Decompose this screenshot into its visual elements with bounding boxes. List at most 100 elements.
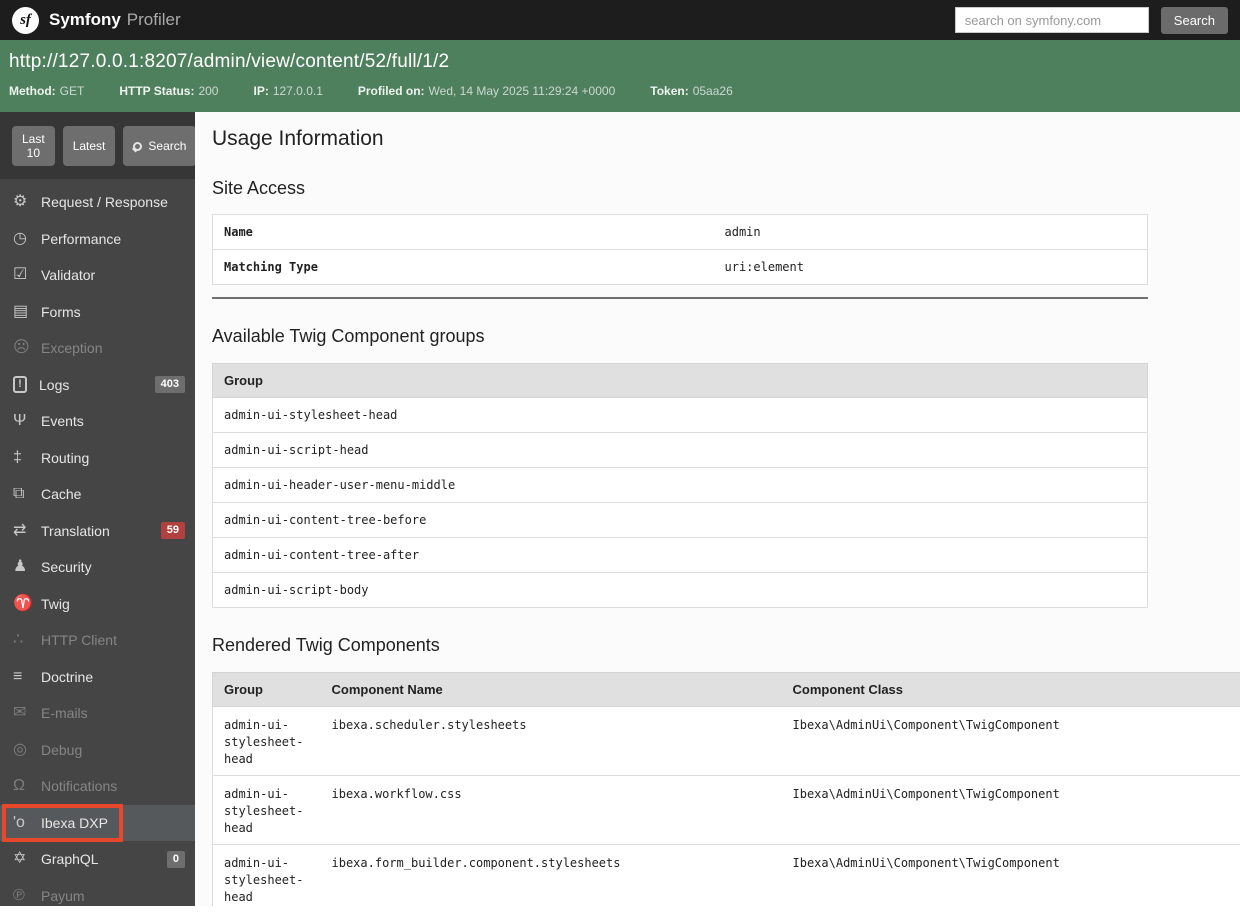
meta-ip: IP:127.0.0.1	[253, 84, 322, 98]
sidebar-item-forms[interactable]: ▤Forms	[0, 294, 195, 331]
sidebar-item-label: Notifications	[41, 778, 117, 794]
meta-profiled-on: Profiled on:Wed, 14 May 2025 11:29:24 +0…	[358, 84, 615, 98]
twig-groups-table: Group admin-ui-stylesheet-headadmin-ui-s…	[212, 363, 1148, 608]
sidebar-item-twig[interactable]: ♈Twig	[0, 586, 195, 623]
symfony-search-input[interactable]	[955, 7, 1149, 33]
sidebar-item-doctrine[interactable]: ≡Doctrine	[0, 659, 195, 696]
sidebar-item-cache[interactable]: ⧉Cache	[0, 476, 195, 513]
rendered-components-table: Group Component Name Component Class adm…	[212, 672, 1240, 906]
rendered-components-heading: Rendered Twig Components	[212, 635, 1240, 656]
graphql-icon: ✡	[13, 851, 41, 867]
table-row: admin-ui-stylesheet-head	[213, 398, 1148, 433]
sidebar-item-label: Payum	[41, 888, 85, 904]
meta-http-status: HTTP Status:200	[119, 84, 218, 98]
sidebar-item-label: Translation	[41, 523, 110, 539]
sidebar-item-label: GraphQL	[41, 851, 99, 867]
sidebar-item-notifications: ΩNotifications	[0, 768, 195, 805]
row-value: admin	[714, 215, 1148, 250]
group-cell: admin-ui-stylesheet-head	[213, 707, 321, 776]
ibexa-icon: 'o	[13, 815, 41, 831]
component-class-cell: Ibexa\AdminUi\Component\TwigComponent	[782, 776, 1240, 845]
sidebar-item-label: Performance	[41, 231, 121, 247]
column-header-group: Group	[213, 364, 1148, 398]
table-row: admin-ui-script-body	[213, 573, 1148, 608]
sidebar-item-ibexa-dxp[interactable]: 'oIbexa DXP	[0, 805, 195, 842]
profiler-search-button[interactable]: Search	[123, 126, 196, 166]
meta-token: Token:05aa26	[650, 84, 733, 98]
clipboard-icon: ▤	[13, 304, 41, 320]
symfony-search-button[interactable]: Search	[1161, 7, 1228, 34]
sidebar-item-translation[interactable]: ⇄Translation59	[0, 513, 195, 550]
group-cell: admin-ui-content-tree-before	[213, 503, 1148, 538]
sidebar-item-request-response[interactable]: ⚙Request / Response	[0, 184, 195, 221]
sidebar-item-routing[interactable]: ‡Routing	[0, 440, 195, 477]
broadcast-icon: Ψ	[13, 413, 41, 429]
layers-icon: ⧉	[13, 486, 41, 502]
database-icon: ≡	[13, 669, 41, 685]
last-10-button[interactable]: Last 10	[12, 126, 55, 166]
site-access-table: NameadminMatching Typeuri:element	[212, 214, 1148, 285]
person-icon: ♟	[13, 559, 41, 575]
sidebar-item-label: Logs	[39, 377, 69, 393]
group-cell: admin-ui-script-head	[213, 433, 1148, 468]
group-cell: admin-ui-header-user-menu-middle	[213, 468, 1148, 503]
sidebar-item-label: Exception	[41, 340, 102, 356]
sidebar-item-label: Request / Response	[41, 194, 168, 210]
meta-method: Method:GET	[9, 84, 84, 98]
sidebar-item-payum: ℗Payum	[0, 878, 195, 914]
table-row: admin-ui-script-head	[213, 433, 1148, 468]
count-badge: 59	[161, 522, 185, 539]
sidebar-item-label: Events	[41, 413, 84, 429]
table-row: admin-ui-stylesheet-headibexa.workflow.c…	[213, 776, 1240, 845]
sidebar-item-performance[interactable]: ◷Performance	[0, 221, 195, 258]
sidebar-item-logs[interactable]: !Logs403	[0, 367, 195, 404]
sidebar-item-label: Cache	[41, 486, 81, 502]
table-row: admin-ui-stylesheet-headibexa.form_build…	[213, 845, 1240, 906]
sidebar-item-label: Forms	[41, 304, 81, 320]
target-icon: ◎	[13, 742, 41, 758]
latest-button[interactable]: Latest	[63, 126, 116, 166]
request-header: http://127.0.0.1:8207/admin/view/content…	[0, 40, 1240, 112]
row-value: uri:element	[714, 250, 1148, 285]
sidebar-item-debug: ◎Debug	[0, 732, 195, 769]
section-divider	[212, 297, 1148, 299]
sidebar-item-security[interactable]: ♟Security	[0, 549, 195, 586]
ghost-icon: ☹	[13, 340, 41, 356]
request-meta: Method:GET HTTP Status:200 IP:127.0.0.1 …	[9, 84, 1228, 98]
sidebar: Last 10 Latest Search ⚙Request / Respons…	[0, 112, 195, 906]
magnifier-icon	[133, 142, 142, 151]
row-label: Matching Type	[213, 250, 714, 285]
brand-suffix: Profiler	[127, 10, 181, 30]
sidebar-item-label: Routing	[41, 450, 89, 466]
sidebar-item-validator[interactable]: ☑Validator	[0, 257, 195, 294]
envelope-icon: ✉	[13, 705, 41, 721]
twig-icon: ♈	[13, 596, 41, 612]
site-access-body: NameadminMatching Typeuri:element	[213, 215, 1148, 285]
sidebar-item-label: Debug	[41, 742, 82, 758]
brand-name: Symfony	[49, 10, 121, 30]
payum-icon: ℗	[13, 888, 41, 904]
group-cell: admin-ui-script-body	[213, 573, 1148, 608]
sidebar-item-label: Twig	[41, 596, 70, 612]
component-name-cell: ibexa.form_builder.component.stylesheets	[321, 845, 782, 906]
network-icon: ∴	[13, 632, 41, 648]
checkbox-icon: ☑	[13, 267, 41, 283]
column-header-component-name: Component Name	[321, 673, 782, 707]
group-cell: admin-ui-content-tree-after	[213, 538, 1148, 573]
page-title: Usage Information	[212, 127, 1240, 151]
sidebar-item-events[interactable]: ΨEvents	[0, 403, 195, 440]
sidebar-item-http-client: ∴HTTP Client	[0, 622, 195, 659]
request-url: http://127.0.0.1:8207/admin/view/content…	[9, 51, 1228, 73]
row-label: Name	[213, 215, 714, 250]
stopwatch-icon: ◷	[13, 231, 41, 247]
group-cell: admin-ui-stylesheet-head	[213, 845, 321, 906]
symfony-brand-link[interactable]: sf Symfony Profiler	[12, 7, 181, 34]
sidebar-item-e-mails: ✉E-mails	[0, 695, 195, 732]
column-header-component-class: Component Class	[782, 673, 1240, 707]
sidebar-menu: ⚙Request / Response◷Performance☑Validato…	[0, 179, 195, 914]
sidebar-item-graphql[interactable]: ✡GraphQL 0	[0, 841, 195, 878]
table-row: Matching Typeuri:element	[213, 250, 1148, 285]
count-badge: 0	[167, 851, 185, 868]
group-cell: admin-ui-stylesheet-head	[213, 398, 1148, 433]
sidebar-item-exception: ☹Exception	[0, 330, 195, 367]
